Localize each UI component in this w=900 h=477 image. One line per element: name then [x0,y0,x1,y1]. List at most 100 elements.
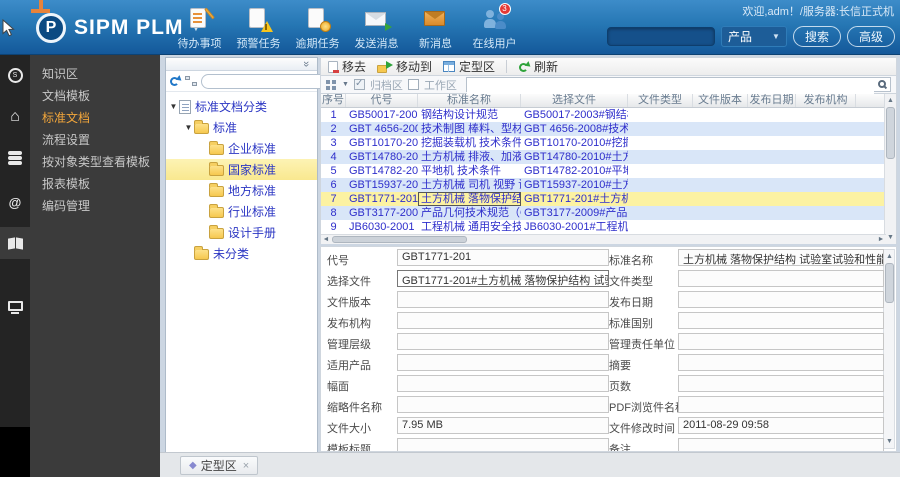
search-icon[interactable] [878,80,886,88]
form-vertical-scrollbar[interactable]: ▲ ▼ [883,249,895,449]
expander-icon[interactable]: ▼ [183,123,194,132]
topbar-action-warning-tasks[interactable]: 预警任务 [229,7,288,51]
tree-node[interactable]: ▼ 标准文档分类 [166,96,317,117]
finalize-area-button[interactable]: 定型区 [443,58,495,75]
tree-refresh-icon[interactable] [169,75,184,87]
scroll-down-icon[interactable]: ▼ [884,436,895,447]
field-input-left[interactable] [397,333,609,350]
remove-button[interactable]: 移去 [328,58,366,75]
workspace-checkbox[interactable] [407,79,419,90]
topbar-action-online-users[interactable]: 3 在线用户 [465,3,524,51]
table-row[interactable]: 2 GBT 4656-2008技术制图 棒料、型材及其断...GBT 4656-2… [321,122,886,136]
table-row[interactable]: 6 GBT15937-2010土方机械 司机 视野 试验方...GBT15937-… [321,178,886,192]
table-search-input[interactable] [466,81,874,95]
field-input-left[interactable] [397,438,609,451]
scroll-down-icon[interactable]: ▼ [885,232,896,243]
advanced-search-button[interactable]: 高级 [846,26,895,47]
table-row[interactable]: 7 GBT1771-201土方机械 落物保护结构试GBT1771-201#土方机械… [321,192,886,206]
tab-finalize-area[interactable]: ◆ 定型区 × [180,456,259,475]
field-input-right[interactable] [678,396,884,413]
collapse-all-icon[interactable] [185,75,197,87]
field-input-right[interactable]: 土方机械 落物保护结构 试验室试验和性能要求 [678,249,884,266]
sidebar-item[interactable]: 知识区 [30,63,160,85]
field-input-right[interactable] [678,354,884,371]
field-input-right[interactable] [678,333,884,350]
tree-node[interactable]: 国家标准 [166,159,317,180]
field-input-right[interactable] [678,312,884,329]
home-icon[interactable]: ⌂ [0,103,30,131]
chevron-down-icon[interactable]: ▼ [342,81,349,88]
workstation-icon[interactable] [0,293,30,321]
column-header[interactable]: 发布机构 [796,94,856,107]
field-input-left[interactable] [397,375,609,392]
move-to-button[interactable]: 移动到 [377,58,432,75]
scrollbar-thumb[interactable] [332,236,467,243]
topbar-action-overdue-tasks[interactable]: 逾期任务 [288,7,347,51]
column-header[interactable]: 标准名称 [418,94,521,107]
tree-node[interactable]: 设计手册 [166,222,317,243]
tree-node[interactable]: 地方标准 [166,180,317,201]
column-header[interactable]: 选择文件 [521,94,628,107]
field-input-left[interactable] [397,354,609,371]
sidebar-item[interactable]: 流程设置 [30,129,160,151]
scrollbar-thumb[interactable] [885,263,894,303]
table-row[interactable]: 4 GBT14780-2010土方机械 排液、加液和液位...GBT14780-2… [321,150,886,164]
field-input-left[interactable]: GBT1771-201#土方机械 落物保护结构 试验室试验和性 [397,270,609,287]
database-icon[interactable] [0,143,30,171]
search-button[interactable]: 搜索 [792,26,841,47]
search-category-dropdown[interactable]: 产品 ▼ [720,26,787,47]
sidebar-item[interactable]: 文档模板 [30,85,160,107]
field-input-right[interactable] [678,375,884,392]
column-header[interactable]: 发布日期 [748,94,796,107]
tree-node[interactable]: 行业标准 [166,201,317,222]
tree-node[interactable]: ▼ 标准 [166,117,317,138]
library-book-icon[interactable] [0,229,30,257]
close-icon[interactable]: × [243,460,249,472]
support-at-icon[interactable]: @ [0,188,30,216]
table-horizontal-scrollbar[interactable]: ◄ ► [321,234,886,244]
scroll-right-icon[interactable]: ► [876,235,886,244]
table-vertical-scrollbar[interactable]: ▲ ▼ [884,94,896,244]
field-input-left[interactable]: GBT1771-201 [397,249,609,266]
field-input-left[interactable] [397,396,609,413]
diamond-icon: ◆ [189,460,197,471]
field-input-right[interactable] [678,291,884,308]
scrollbar-thumb[interactable] [886,107,895,159]
column-header[interactable]: 代号 [346,94,418,107]
column-header[interactable]: 序号 [321,94,346,107]
table-row[interactable]: 5 GBT14782-2010平地机 技术条件 GBT14782-2010#平地机.… [321,164,886,178]
table-row[interactable]: 8 GBT3177-2009产品几何技术规范（GPS）GBT3177-2009#产… [321,206,886,220]
global-search-input[interactable] [606,27,715,46]
table-row[interactable]: 9 JB6030-2001 工程机械 通用安全技术要求JB6030-2001#工程机… [321,220,886,234]
scroll-up-icon[interactable]: ▲ [884,251,895,262]
field-input-left[interactable] [397,312,609,329]
table-cell [628,220,693,234]
topbar-action-todo[interactable]: 待办事项 [170,7,229,51]
expander-icon[interactable]: ▼ [168,102,179,111]
scroll-left-icon[interactable]: ◄ [321,235,331,244]
scroll-up-icon[interactable]: ▲ [885,95,896,106]
archive-area-checkbox[interactable] [353,78,365,90]
table-row[interactable]: 3 GBT10170-2010挖掘装载机 技术条件GBT10170-2010#挖掘… [321,136,886,150]
sidebar-item[interactable]: 编码管理 [30,195,160,217]
table-cell [748,220,796,234]
column-header[interactable]: 文件类型 [628,94,693,107]
field-input-right[interactable] [678,438,884,451]
tree-collapse-bar[interactable]: » [166,58,317,71]
topbar-action-send-message[interactable]: 发送消息 [347,7,406,51]
sidebar-item[interactable]: 按对象类型查看模板 [30,151,160,173]
field-input-right[interactable] [678,270,884,287]
table-row[interactable]: 1 GB50017-2003钢结构设计规范 GB50017-2003#钢结构设... [321,108,886,122]
sidebar-item[interactable]: 标准文档 [30,107,160,129]
view-switch-icon[interactable] [326,79,337,90]
field-input-right[interactable]: 2011-08-29 09:58 [678,417,884,434]
tree-node[interactable]: 未分类 [166,243,317,264]
field-input-left[interactable] [397,291,609,308]
tree-node[interactable]: 企业标准 [166,138,317,159]
topbar-action-new-message[interactable]: 新消息 [406,7,465,51]
field-input-left[interactable]: 7.95 MB [397,417,609,434]
sipm-badge-icon[interactable]: S [0,61,30,89]
column-header[interactable]: 文件版本 [693,94,748,107]
sidebar-item[interactable]: 报表模板 [30,173,160,195]
refresh-button[interactable]: 刷新 [518,58,558,75]
